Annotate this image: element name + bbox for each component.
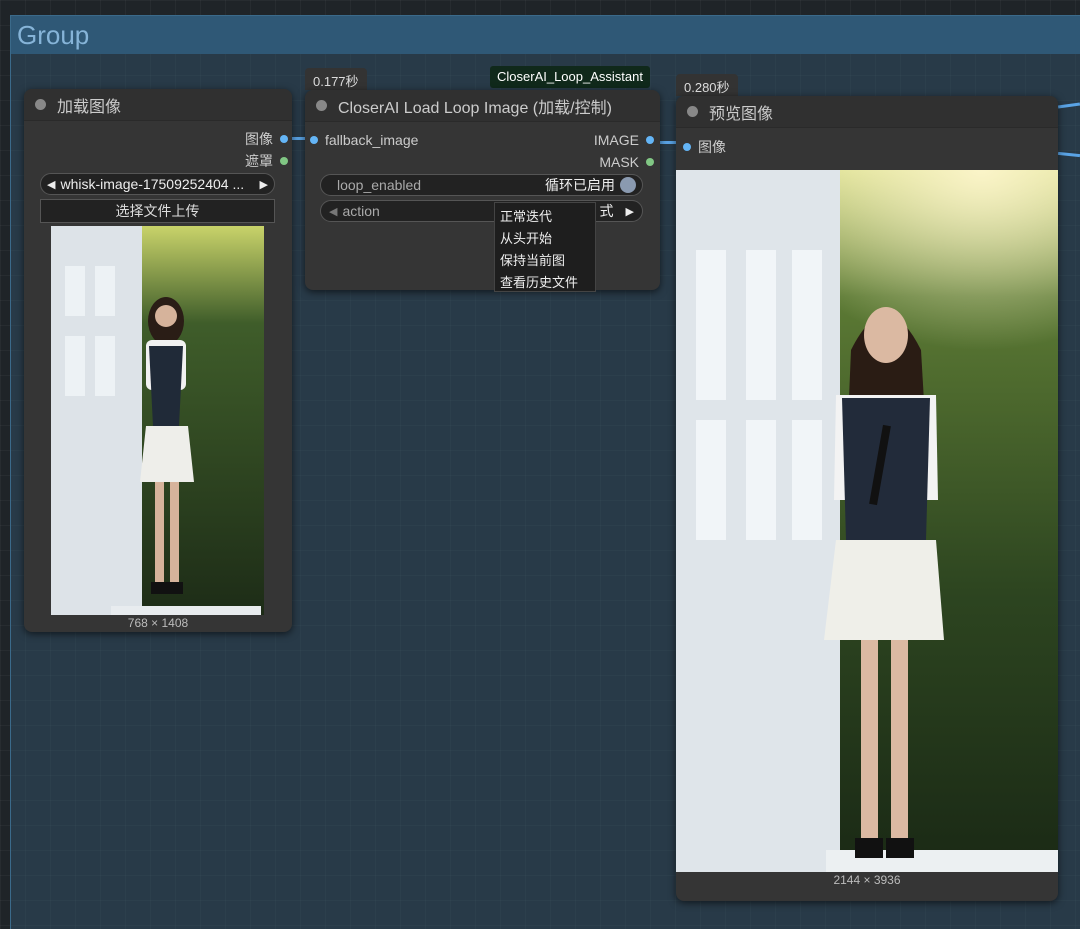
node-title: CloserAI Load Loop Image (加载/控制) xyxy=(338,99,612,117)
execution-time-label: 0.280秒 xyxy=(676,74,738,96)
status-dot-icon[interactable] xyxy=(316,100,327,111)
image-size-caption: 2144 × 3936 xyxy=(833,873,901,887)
loaded-image-thumbnail xyxy=(51,226,264,615)
menu-item[interactable]: 查看历史文件 xyxy=(495,269,595,291)
slot-label: IMAGE xyxy=(593,132,639,148)
loop-enabled-toggle[interactable]: loop_enabled 循环已启用 xyxy=(320,174,643,196)
slot-dot-icon[interactable] xyxy=(683,143,691,151)
upload-button[interactable]: 选择文件上传 xyxy=(40,199,275,223)
load-image-node[interactable]: 加载图像 图像 遮罩 ◀ whisk-image-17509252404 ...… xyxy=(24,89,292,632)
node-title: 预览图像 xyxy=(709,105,774,123)
input-slot-image[interactable]: 图像 xyxy=(683,137,726,157)
combo-left-group: ◀ action xyxy=(329,203,380,219)
menu-item[interactable]: 从头开始 xyxy=(495,225,595,247)
input-slot-fallback-image[interactable]: fallback_image xyxy=(310,132,418,148)
slot-label: fallback_image xyxy=(325,132,419,148)
node-header[interactable]: 预览图像 xyxy=(676,96,1058,128)
slot-dot-icon[interactable] xyxy=(646,136,654,144)
group-title[interactable]: Group xyxy=(11,16,1080,54)
widget-value: 循环已启用 xyxy=(545,177,615,193)
node-header[interactable]: CloserAI Load Loop Image (加载/控制) xyxy=(305,90,660,122)
output-slot-image[interactable]: IMAGE xyxy=(594,132,654,148)
file-combo-widget[interactable]: ◀ whisk-image-17509252404 ... ▶ xyxy=(40,173,275,195)
slot-label: MASK xyxy=(599,154,639,170)
loop-image-node[interactable]: CloserAI Load Loop Image (加载/控制) fallbac… xyxy=(305,90,660,290)
widget-label: action xyxy=(342,203,380,219)
triangle-left-icon[interactable]: ◀ xyxy=(329,205,337,218)
menu-item[interactable]: 保持当前图 xyxy=(495,247,595,269)
status-dot-icon[interactable] xyxy=(687,106,698,117)
execution-time-label: 0.177秒 xyxy=(305,68,367,90)
slot-dot-icon[interactable] xyxy=(310,136,318,144)
slot-label: 图像 xyxy=(245,131,273,147)
portrait-photo xyxy=(676,170,1058,872)
file-combo-value: whisk-image-17509252404 ... xyxy=(60,176,245,192)
node-badge: CloserAI_Loop_Assistant xyxy=(490,66,650,88)
slot-label: 图像 xyxy=(698,139,726,155)
toggle-value-group: 循环已启用 xyxy=(545,175,636,195)
slot-dot-icon[interactable] xyxy=(646,158,654,166)
node-title: 加载图像 xyxy=(57,98,122,116)
widget-label: loop_enabled xyxy=(337,177,422,193)
output-slot-image[interactable]: 图像 xyxy=(245,129,288,149)
output-slot-mask[interactable]: MASK xyxy=(599,154,654,170)
menu-item[interactable]: 正常迭代 xyxy=(495,203,595,225)
node-header[interactable]: 加载图像 xyxy=(24,89,292,121)
widget-value: 式 xyxy=(599,203,614,219)
slot-dot-icon[interactable] xyxy=(280,157,288,165)
status-dot-icon[interactable] xyxy=(35,99,46,110)
portrait-photo xyxy=(51,226,264,615)
triangle-left-icon[interactable]: ◀ xyxy=(47,178,55,191)
image-size-caption: 768 × 1408 xyxy=(127,616,189,630)
slot-label: 遮罩 xyxy=(245,153,273,169)
toggle-knob-icon[interactable] xyxy=(620,177,636,193)
triangle-right-icon[interactable]: ▶ xyxy=(626,205,634,218)
triangle-right-icon[interactable]: ▶ xyxy=(260,178,268,191)
combo-right-group: 式 ▶ xyxy=(600,201,634,221)
preview-image-node[interactable]: 预览图像 图像 2144 × 3936 xyxy=(676,96,1058,901)
preview-image xyxy=(676,170,1058,872)
output-slot-mask[interactable]: 遮罩 xyxy=(245,151,288,171)
action-dropdown-menu[interactable]: 正常迭代 从头开始 保持当前图 查看历史文件 xyxy=(494,202,596,292)
slot-dot-icon[interactable] xyxy=(280,135,288,143)
